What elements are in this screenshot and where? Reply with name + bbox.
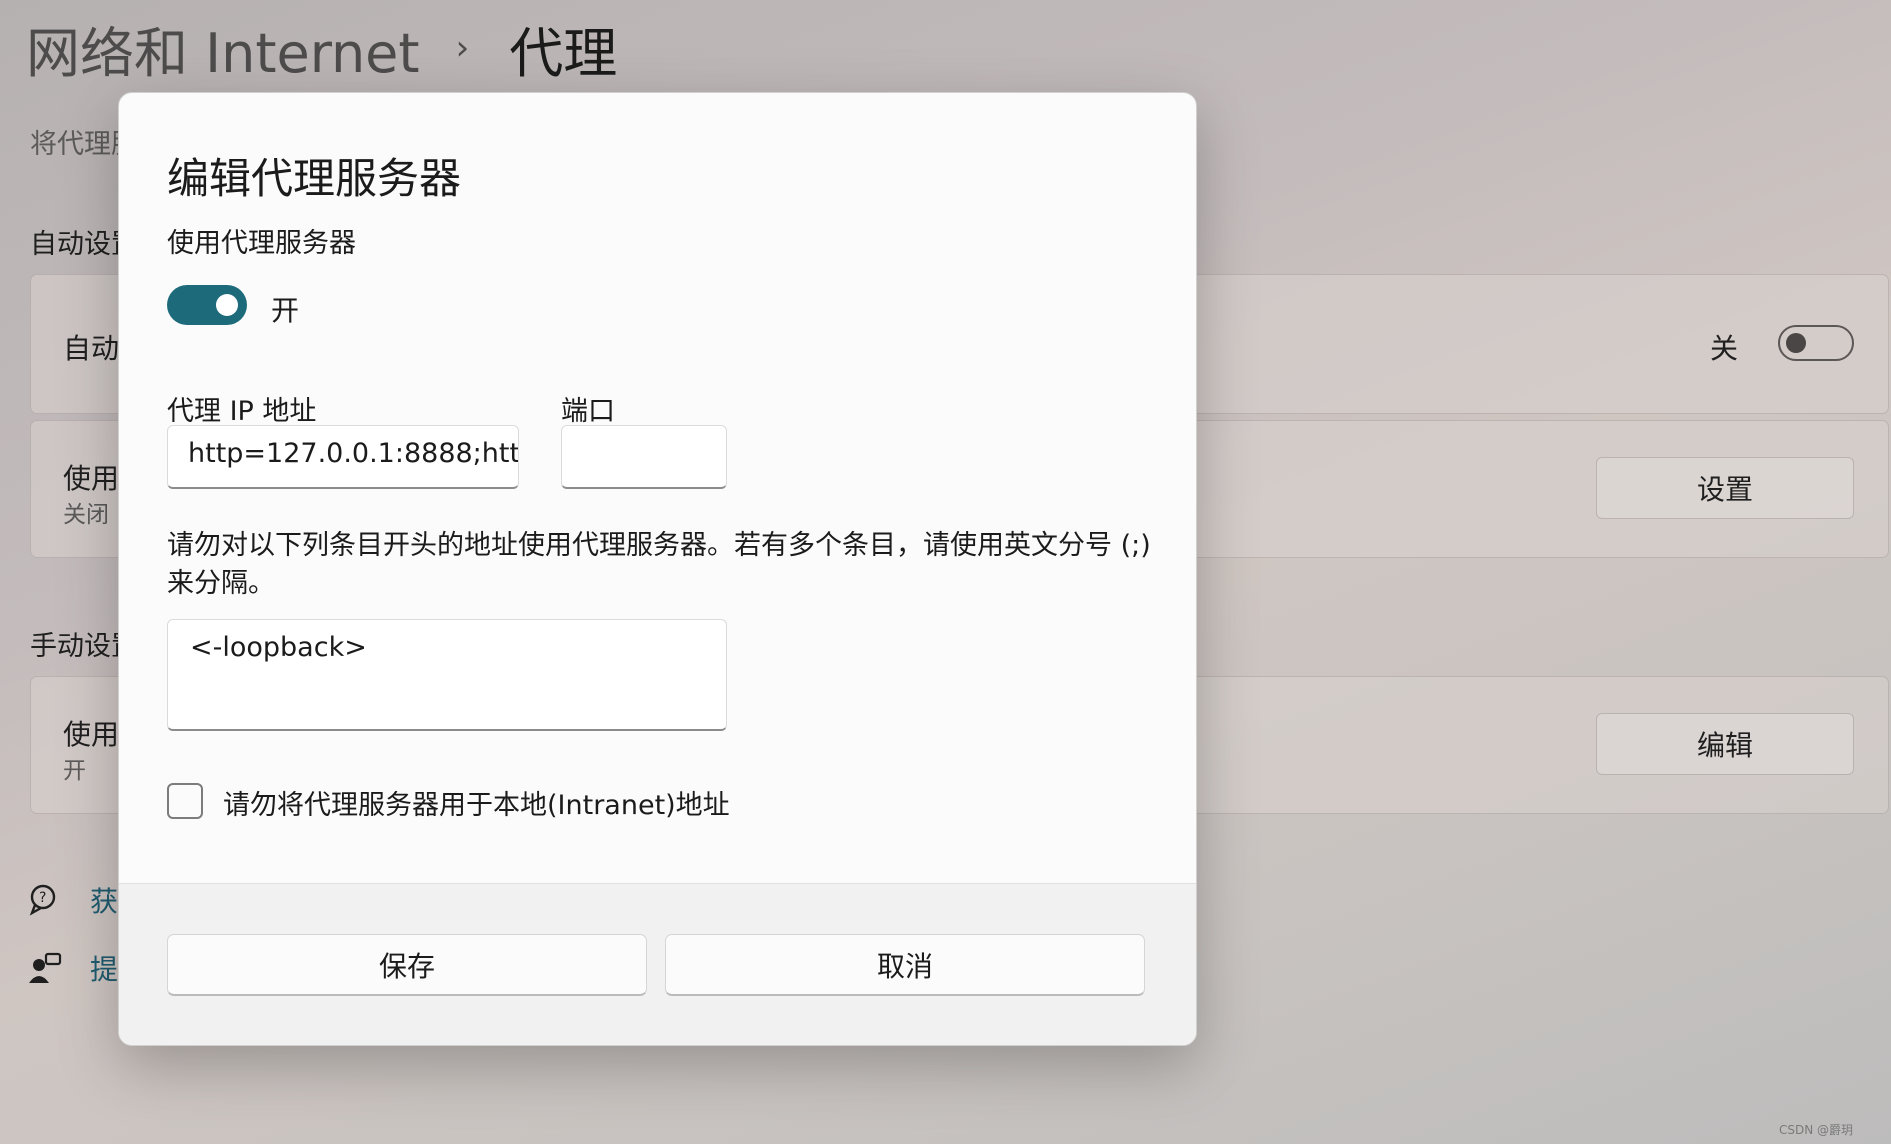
breadcrumb: 网络和 Internet › 代理 (26, 8, 617, 88)
setup-script-settings-button[interactable]: 设置 (1596, 457, 1854, 519)
use-proxy-toggle-state: 开 (271, 294, 300, 327)
auto-detect-toggle[interactable] (1778, 325, 1854, 361)
toggle-knob (1786, 333, 1806, 353)
use-proxy-label: 使用代理服务器 (167, 228, 356, 259)
auto-detect-toggle-label: 关 (1709, 332, 1738, 365)
setup-script-status: 关闭 (63, 502, 109, 528)
dialog-footer: 保存 取消 (119, 883, 1196, 1045)
dialog-title: 编辑代理服务器 (167, 154, 462, 203)
get-help-link[interactable]: ? 获 (28, 880, 118, 920)
feedback-icon (29, 952, 62, 983)
svg-text:?: ? (39, 890, 46, 906)
auto-detect-title: 自动 (63, 332, 120, 365)
proxy-ip-label: 代理 IP 地址 (167, 396, 317, 427)
manual-proxy-edit-button[interactable]: 编辑 (1596, 713, 1854, 775)
page-title: 代理 (509, 21, 618, 85)
setup-script-title: 使用 (63, 462, 120, 495)
use-proxy-toggle[interactable] (167, 285, 247, 325)
give-feedback-label: 提 (90, 953, 119, 986)
watermark: CSDN @爵玥 (1778, 1123, 1853, 1137)
proxy-ip-input[interactable]: http=127.0.0.1:8888;https (167, 425, 519, 489)
manual-proxy-title: 使用 (63, 718, 120, 751)
save-button[interactable]: 保存 (167, 934, 647, 996)
breadcrumb-parent[interactable]: 网络和 Internet (26, 9, 420, 88)
get-help-label: 获 (90, 885, 119, 918)
edit-proxy-dialog: 编辑代理服务器 使用代理服务器 开 代理 IP 地址 http=127.0.0.… (118, 92, 1197, 1046)
manual-proxy-status: 开 (63, 758, 86, 784)
breadcrumb-separator-icon: › (455, 28, 470, 68)
cancel-button[interactable]: 取消 (665, 934, 1145, 996)
help-chat-icon: ? (29, 884, 56, 916)
local-bypass-label[interactable]: 请勿将代理服务器用于本地(Intranet)地址 (223, 783, 730, 822)
exceptions-textarea[interactable]: <-loopback> (167, 619, 727, 731)
toggle-knob (216, 294, 238, 316)
exceptions-description: 请勿对以下列条目开头的地址使用代理服务器。若有多个条目，请使用英文分号 (;) … (167, 530, 1151, 599)
give-feedback-link[interactable]: 提 (28, 948, 118, 988)
local-bypass-checkbox[interactable] (167, 783, 203, 819)
port-label: 端口 (561, 396, 615, 427)
port-input[interactable] (561, 425, 727, 489)
